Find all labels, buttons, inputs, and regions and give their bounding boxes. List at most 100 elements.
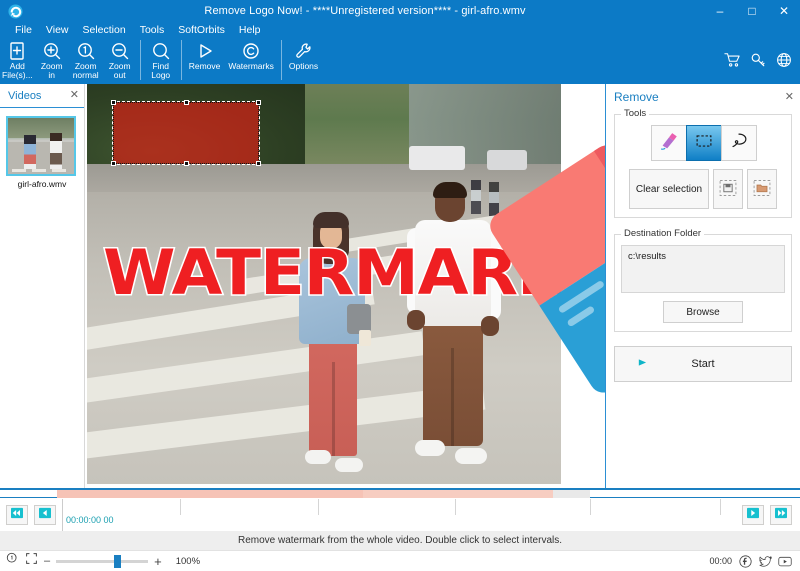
main-toolbar: Add File(s)... Zoom in Zoom normal Zoom … <box>0 38 800 84</box>
timeline-timecode: 00:00:00 00 <box>66 515 114 525</box>
selection-handle[interactable] <box>184 161 189 166</box>
frame-person-man <box>405 182 509 482</box>
play-button[interactable] <box>742 505 764 525</box>
zoom-reset-icon[interactable] <box>6 552 19 570</box>
videos-panel-close-icon[interactable]: ✕ <box>70 90 79 101</box>
zoom-slider-thumb[interactable] <box>114 554 122 568</box>
twitter-icon[interactable] <box>758 554 772 568</box>
menu-selection[interactable]: Selection <box>76 22 133 38</box>
key-icon[interactable] <box>750 52 766 68</box>
arrow-right-icon <box>627 356 647 373</box>
eraser-edge <box>593 140 605 328</box>
frame-car <box>409 146 465 170</box>
zoom-in-label: Zoom in <box>40 61 63 80</box>
menu-help[interactable]: Help <box>232 22 268 38</box>
zoom-in-button[interactable]: Zoom in <box>35 38 69 80</box>
selection-handle[interactable] <box>256 161 261 166</box>
menu-softorbits[interactable]: SoftOrbits <box>171 22 232 38</box>
menu-file[interactable]: File <box>8 22 39 38</box>
selection-handle[interactable] <box>184 100 189 105</box>
video-list-item[interactable]: girl-afro.wmv <box>6 116 78 189</box>
video-frame-image: WATERMARK WATERMARK <box>87 84 561 484</box>
find-logo-button[interactable]: Find Logo <box>144 38 178 80</box>
zoom-normal-button[interactable]: Zoom normal <box>69 38 103 80</box>
cart-icon[interactable] <box>724 52 740 68</box>
woman-coffee-cup <box>359 330 371 346</box>
load-selection-button[interactable] <box>747 169 777 209</box>
find-logo-icon <box>151 40 171 62</box>
remove-label: Remove <box>188 61 221 71</box>
skip-to-end-button[interactable] <box>770 505 792 525</box>
watermarks-button[interactable]: Watermarks <box>224 38 278 71</box>
eraser-highlight <box>557 279 605 314</box>
timeline-tick <box>720 499 721 515</box>
add-files-button[interactable]: Add File(s)... <box>0 38 35 80</box>
video-thumbnail[interactable] <box>6 116 76 176</box>
eraser-highlight <box>566 305 596 328</box>
video-file-name: girl-afro.wmv <box>17 179 67 189</box>
zoom-out-button[interactable]: Zoom out <box>103 38 137 80</box>
bottom-bar-right: 00:00 <box>709 554 800 568</box>
zoom-in-icon <box>42 40 62 62</box>
man-hand-left <box>407 310 425 330</box>
video-canvas[interactable]: WATERMARK WATERMARK <box>85 84 605 488</box>
fit-to-screen-icon[interactable] <box>25 552 38 570</box>
app-logo-icon <box>4 0 26 22</box>
blue-arrow-marker-icon <box>539 282 551 300</box>
toolbar-right-icons <box>724 52 792 68</box>
start-button[interactable]: Start <box>614 346 792 382</box>
timeline-segment-pending <box>363 490 553 498</box>
maximize-button[interactable]: □ <box>736 0 768 22</box>
menu-view[interactable]: View <box>39 22 76 38</box>
start-label: Start <box>691 358 715 370</box>
zoom-normal-icon <box>76 40 96 62</box>
clear-selection-button[interactable]: Clear selection <box>629 169 709 209</box>
zoom-controls: – + 100% <box>0 552 200 570</box>
timeline-tick <box>455 499 456 515</box>
selection-handle[interactable] <box>256 100 261 105</box>
destination-folder-group: Destination Folder c:\results Browse <box>614 228 792 332</box>
destination-path-field[interactable]: c:\results <box>621 245 785 293</box>
timeline-segment-empty <box>553 490 590 498</box>
man-hand-right <box>481 316 499 336</box>
step-back-button[interactable] <box>34 505 56 525</box>
minimize-button[interactable]: – <box>704 0 736 22</box>
selection-handle[interactable] <box>111 161 116 166</box>
zoom-slider[interactable] <box>56 554 149 568</box>
remove-panel-header: Remove ✕ <box>606 84 800 110</box>
title-bar: Remove Logo Now! - ****Unregistered vers… <box>0 0 800 22</box>
timeline-controls: 00:00:00 00 <box>0 499 800 531</box>
step-back-icon <box>38 506 52 524</box>
toolbar-separator-3 <box>280 40 282 80</box>
destination-folder-label: Destination Folder <box>621 228 705 239</box>
toolbar-separator-2 <box>180 40 182 80</box>
browse-button[interactable]: Browse <box>663 301 743 323</box>
zoom-out-label: Zoom out <box>108 61 131 80</box>
close-button[interactable]: ✕ <box>768 0 800 22</box>
timeline-progress-bar[interactable] <box>0 488 800 498</box>
zoom-plus-button[interactable]: + <box>154 554 162 569</box>
selection-handle[interactable] <box>111 100 116 105</box>
youtube-icon[interactable] <box>778 554 792 568</box>
menu-bar: File View Selection Tools SoftOrbits Hel… <box>0 22 800 38</box>
menu-tools[interactable]: Tools <box>133 22 172 38</box>
facebook-icon[interactable] <box>738 554 752 568</box>
options-button[interactable]: Options <box>285 38 322 71</box>
skip-to-start-icon <box>10 506 24 524</box>
man-shoe-left <box>415 440 445 456</box>
marker-tool-button[interactable] <box>650 125 687 161</box>
globe-icon[interactable] <box>776 52 792 68</box>
rectangle-select-icon <box>693 130 715 157</box>
skip-to-start-button[interactable] <box>6 505 28 525</box>
rectangle-select-tool-button[interactable] <box>685 125 722 161</box>
timeline-divider <box>62 499 63 531</box>
save-selection-button[interactable] <box>713 169 743 209</box>
zoom-minus-button[interactable]: – <box>44 555 50 567</box>
options-wrench-icon <box>294 40 314 62</box>
selection-rectangle[interactable] <box>111 100 261 166</box>
marker-eraser-icon <box>658 130 680 157</box>
remove-button[interactable]: Remove <box>185 38 225 71</box>
lasso-select-tool-button[interactable] <box>720 125 757 161</box>
load-selection-icon <box>752 178 772 201</box>
remove-panel-close-icon[interactable]: ✕ <box>785 91 794 103</box>
